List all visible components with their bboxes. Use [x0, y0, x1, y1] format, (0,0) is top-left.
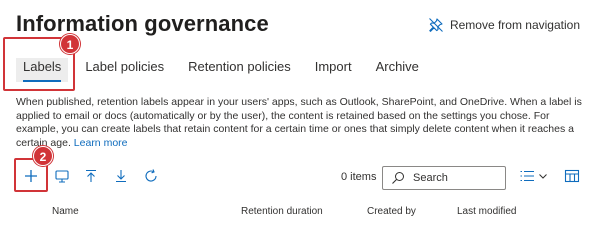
publish-labels-button[interactable]: [52, 166, 72, 186]
search-icon: [392, 172, 404, 184]
refresh-button[interactable]: [141, 166, 161, 186]
columns-icon: [564, 169, 580, 183]
tab-import[interactable]: Import: [308, 58, 359, 82]
column-header-last-modified[interactable]: Last modified: [457, 206, 516, 217]
tab-bar: Labels Label policies Retention policies…: [16, 58, 436, 82]
add-label-button[interactable]: [21, 166, 41, 186]
column-header-name[interactable]: Name: [52, 206, 79, 217]
add-icon: [25, 170, 37, 182]
column-header-created-by[interactable]: Created by: [367, 206, 416, 217]
export-icon: [116, 170, 126, 183]
tab-archive[interactable]: Archive: [369, 58, 426, 82]
tab-retention-policies[interactable]: Retention policies: [181, 58, 298, 82]
list-view-icon: [520, 170, 534, 182]
refresh-icon: [145, 169, 157, 182]
remove-from-navigation-link[interactable]: Remove from navigation: [428, 17, 580, 33]
search-box[interactable]: Search: [382, 166, 506, 190]
unpin-icon: [428, 17, 444, 33]
publish-icon: [55, 170, 69, 183]
import-button[interactable]: [81, 166, 101, 186]
import-icon: [86, 169, 96, 182]
callout-number-1: 1: [60, 34, 80, 54]
export-button[interactable]: [111, 166, 131, 186]
column-header-retention-duration[interactable]: Retention duration: [241, 206, 323, 217]
chevron-down-icon: [539, 174, 547, 179]
search-placeholder: Search: [413, 172, 448, 184]
learn-more-link[interactable]: Learn more: [74, 137, 128, 149]
tab-label-policies[interactable]: Label policies: [78, 58, 171, 82]
items-count: 0 items: [341, 171, 377, 183]
view-options-button[interactable]: [519, 166, 553, 186]
page-title: Information governance: [16, 11, 269, 36]
callout-number-2: 2: [33, 146, 53, 166]
customize-columns-button[interactable]: [562, 166, 582, 186]
remove-from-navigation-label: Remove from navigation: [449, 18, 580, 32]
description-text: When published, retention labels appear …: [16, 96, 588, 150]
